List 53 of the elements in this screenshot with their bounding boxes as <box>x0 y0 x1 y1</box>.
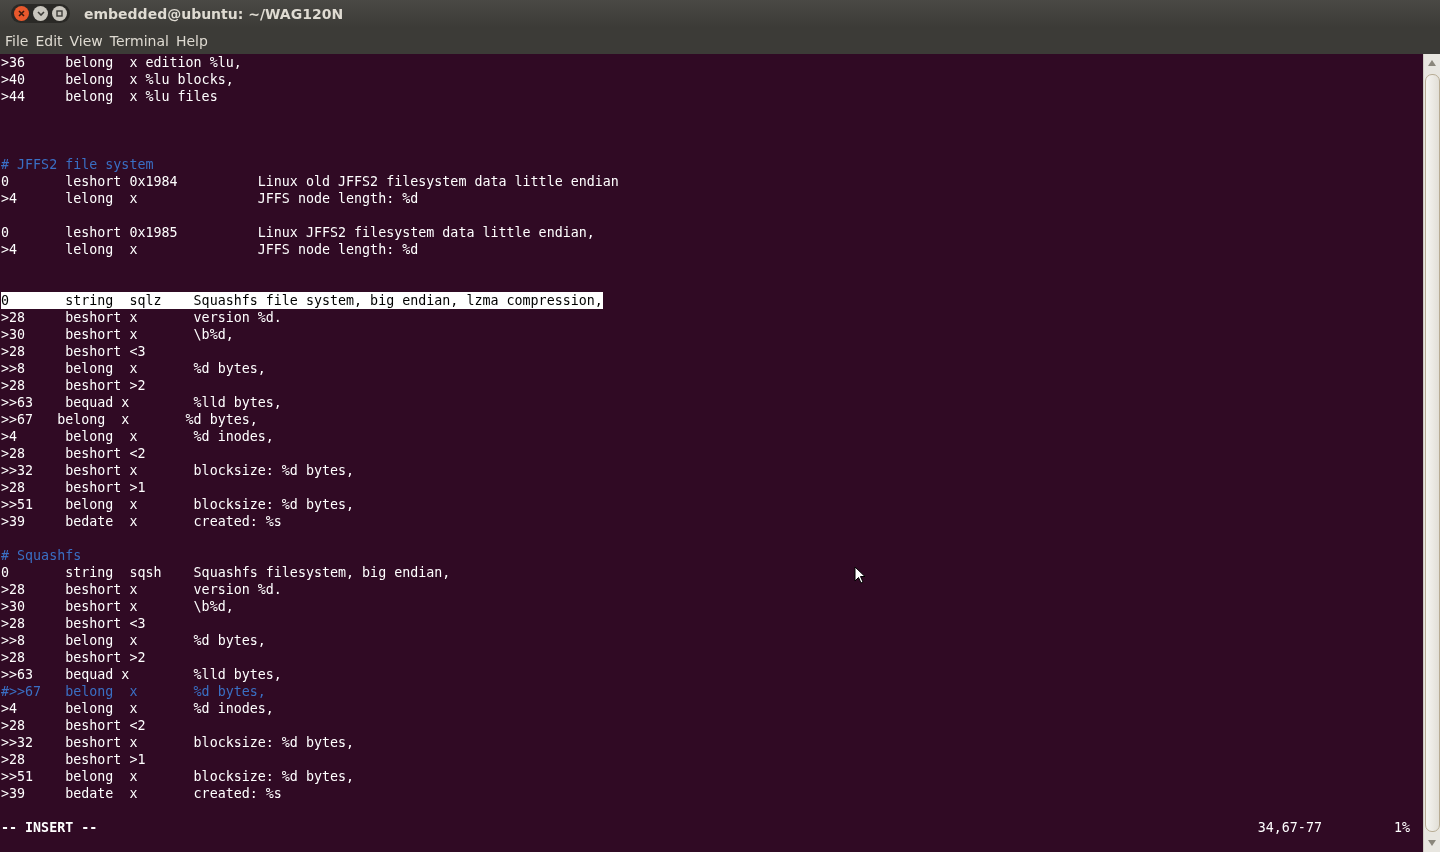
code-line: >28 beshort >1 <box>1 479 146 496</box>
code-line: >28 beshort <3 <box>1 615 146 632</box>
code-line: >28 beshort x version %d. <box>1 581 282 598</box>
code-line: >>51 belong x blocksize: %d bytes, <box>1 768 355 785</box>
close-button[interactable] <box>14 6 29 21</box>
code-line: >44 belong x %lu files <box>1 88 218 105</box>
code-line: >>8 belong x %d bytes, <box>1 360 266 377</box>
code-line: >28 beshort <2 <box>1 445 146 462</box>
menu-item[interactable]: Help <box>172 32 211 49</box>
chevron-down-icon <box>36 11 45 16</box>
code-line: >30 beshort x \b%d, <box>1 326 234 343</box>
code-line: >30 beshort x \b%d, <box>1 598 234 615</box>
mouse-pointer-icon <box>854 566 866 584</box>
code-line: >4 lelong x JFFS node length: %d <box>1 190 419 207</box>
code-line: 0 leshort 0x1985 Linux JFFS2 filesystem data little endian, <box>1 224 595 241</box>
code-line: >28 beshort >1 <box>1 751 146 768</box>
code-line: >36 belong x edition %lu, <box>1 54 242 71</box>
comment-line: # JFFS2 file system <box>1 156 154 173</box>
mode-indicator: -- INSERT -- <box>1 819 98 836</box>
comment-line: #>>67 belong x %d bytes, <box>1 683 266 700</box>
code-line: >4 belong x %d inodes, <box>1 428 274 445</box>
comment-line: # Squashfs <box>1 547 82 564</box>
code-line: >>63 bequad x %lld bytes, <box>1 394 282 411</box>
code-line: >>32 beshort x blocksize: %d bytes, <box>1 734 355 751</box>
cursor-position: 34,67-77 <box>1257 819 1322 836</box>
scroll-percent: 1% <box>1393 819 1410 836</box>
code-line: 0 string sqsh Squashfs filesystem, big endian, <box>1 564 451 581</box>
close-icon <box>18 10 25 17</box>
scroll-down-arrow-icon[interactable] <box>1428 840 1436 846</box>
menu-item[interactable]: View <box>66 32 106 49</box>
code-line: >>63 bequad x %lld bytes, <box>1 666 282 683</box>
code-line: 0 leshort 0x1984 Linux old JFFS2 filesystem data little endian <box>1 173 619 190</box>
code-line: >4 belong x %d inodes, <box>1 700 274 717</box>
code-line: >>67 belong x %d bytes, <box>1 411 258 428</box>
code-line: >28 beshort x version %d. <box>1 309 282 326</box>
code-line: >39 bedate x created: %s <box>1 513 282 530</box>
code-line: >28 beshort <2 <box>1 717 146 734</box>
code-line: >>32 beshort x blocksize: %d bytes, <box>1 462 355 479</box>
menu-item[interactable]: Edit <box>32 32 66 49</box>
maximize-button[interactable] <box>52 6 67 21</box>
code-line: >4 lelong x JFFS node length: %d <box>1 241 419 258</box>
window-title: embedded@ubuntu: ~/WAG120N <box>84 5 344 22</box>
scroll-up-arrow-icon[interactable] <box>1428 60 1436 66</box>
menu-item[interactable]: File <box>2 32 32 49</box>
code-line: >>8 belong x %d bytes, <box>1 632 266 649</box>
code-line: >28 beshort <3 <box>1 343 146 360</box>
menu-item[interactable]: Terminal <box>106 32 172 49</box>
code-line: >40 belong x %lu blocks, <box>1 71 234 88</box>
minimize-button[interactable] <box>33 6 48 21</box>
code-line: >28 beshort >2 <box>1 377 146 394</box>
code-line: >>51 belong x blocksize: %d bytes, <box>1 496 355 513</box>
code-line: >28 beshort >2 <box>1 649 146 666</box>
code-line: >39 bedate x created: %s <box>1 785 282 802</box>
